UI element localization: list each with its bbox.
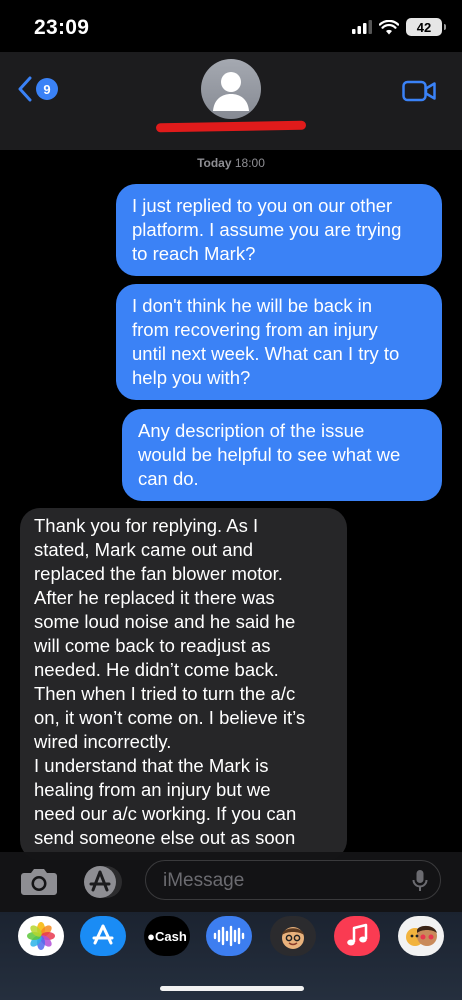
app-store-icon <box>84 866 122 898</box>
conversation-header: 9 <box>0 52 462 150</box>
contact-avatar[interactable] <box>201 59 261 119</box>
message-line: until next week. What can I try to <box>132 343 400 364</box>
message-line: platform. I assume you are trying <box>132 219 402 240</box>
wifi-icon <box>379 19 399 34</box>
back-button[interactable]: 9 <box>18 76 58 102</box>
app-store-icon <box>92 924 114 945</box>
date-day: Today <box>197 156 232 170</box>
app-store-button[interactable] <box>82 864 126 900</box>
memoji-app-button[interactable] <box>270 916 316 956</box>
message-line: can do. <box>138 468 199 489</box>
date-time: 18:00 <box>234 156 265 170</box>
status-icons: 42 <box>352 18 446 36</box>
message-line: to reach Mark? <box>132 243 256 264</box>
contact-name-redaction <box>155 120 307 133</box>
message-line: I don't think he will be back in <box>132 295 373 316</box>
message-line: Thank you for replying. As I <box>34 515 259 536</box>
photos-icon <box>27 922 55 950</box>
thread-date-label: Today 18:00 <box>0 156 462 170</box>
status-bar: 23:09 42 <box>0 0 462 52</box>
received-message-bubble[interactable]: Thank you for replying. As I stated, Mar… <box>20 508 347 860</box>
message-line: from recovering from an injury <box>132 319 378 340</box>
memoji-icon <box>282 927 304 949</box>
music-note-icon <box>347 923 368 946</box>
signal-icon <box>352 20 372 34</box>
sent-message-bubble[interactable]: Any description of the issue would be he… <box>122 409 442 501</box>
memoji-stickers-app-button[interactable] <box>398 916 444 956</box>
message-line: I just replied to you on our other <box>132 195 393 216</box>
message-line: need our a/c working. If you can <box>34 803 297 824</box>
sent-message-bubble[interactable]: I just replied to you on our other platf… <box>116 184 442 276</box>
message-line: send someone else out as soon <box>34 827 296 848</box>
photos-app-button[interactable] <box>18 916 64 956</box>
input-placeholder: iMessage <box>163 870 245 891</box>
camera-icon <box>21 869 57 895</box>
message-line: replaced the fan blower motor. <box>34 563 283 584</box>
imessage-app-drawer: ● Cash <box>0 912 462 1000</box>
memoji-stickers-icon <box>406 925 437 946</box>
imessage-input[interactable]: iMessage <box>145 860 441 900</box>
microphone-icon[interactable] <box>412 869 428 893</box>
message-line: I understand that the Mark is <box>34 755 269 776</box>
message-line: Any description of the issue <box>138 420 365 441</box>
message-line: needed. He didn’t come back. <box>34 659 279 680</box>
message-line: wired incorrectly. <box>34 731 172 752</box>
audio-waveform-icon <box>213 925 245 947</box>
video-camera-icon <box>402 80 436 102</box>
app-store-app-button[interactable] <box>80 916 126 956</box>
apple-cash-app-button[interactable]: ● Cash <box>144 916 190 956</box>
message-line: some loud noise and he said he <box>34 611 296 632</box>
audio-message-app-button[interactable] <box>206 916 252 956</box>
chevron-left-icon <box>18 76 32 102</box>
apple-cash-label: Cash <box>155 928 187 944</box>
music-app-button[interactable] <box>334 916 380 956</box>
home-indicator[interactable] <box>160 986 304 991</box>
message-line: Then when I tried to turn the a/c <box>34 683 296 704</box>
sent-message-bubble[interactable]: I don't think he will be back in from re… <box>116 284 442 400</box>
message-line: help you with? <box>132 367 251 388</box>
apple-logo-icon: ● <box>147 928 156 944</box>
message-line: would be helpful to see what we <box>138 444 401 465</box>
message-input-bar: iMessage <box>0 852 462 912</box>
message-line: After he replaced it there was <box>34 587 275 608</box>
message-line: on, it won’t come on. I believe it’s <box>34 707 306 728</box>
camera-button[interactable] <box>20 866 58 901</box>
message-line: stated, Mark came out and <box>34 539 254 560</box>
message-line: healing from an injury but we <box>34 779 271 800</box>
unread-count-badge: 9 <box>36 78 58 100</box>
status-time: 23:09 <box>34 16 90 39</box>
person-icon <box>213 72 249 111</box>
facetime-video-button[interactable] <box>402 80 436 107</box>
message-line: will come back to readjust as <box>34 635 271 656</box>
battery-indicator: 42 <box>406 18 446 36</box>
